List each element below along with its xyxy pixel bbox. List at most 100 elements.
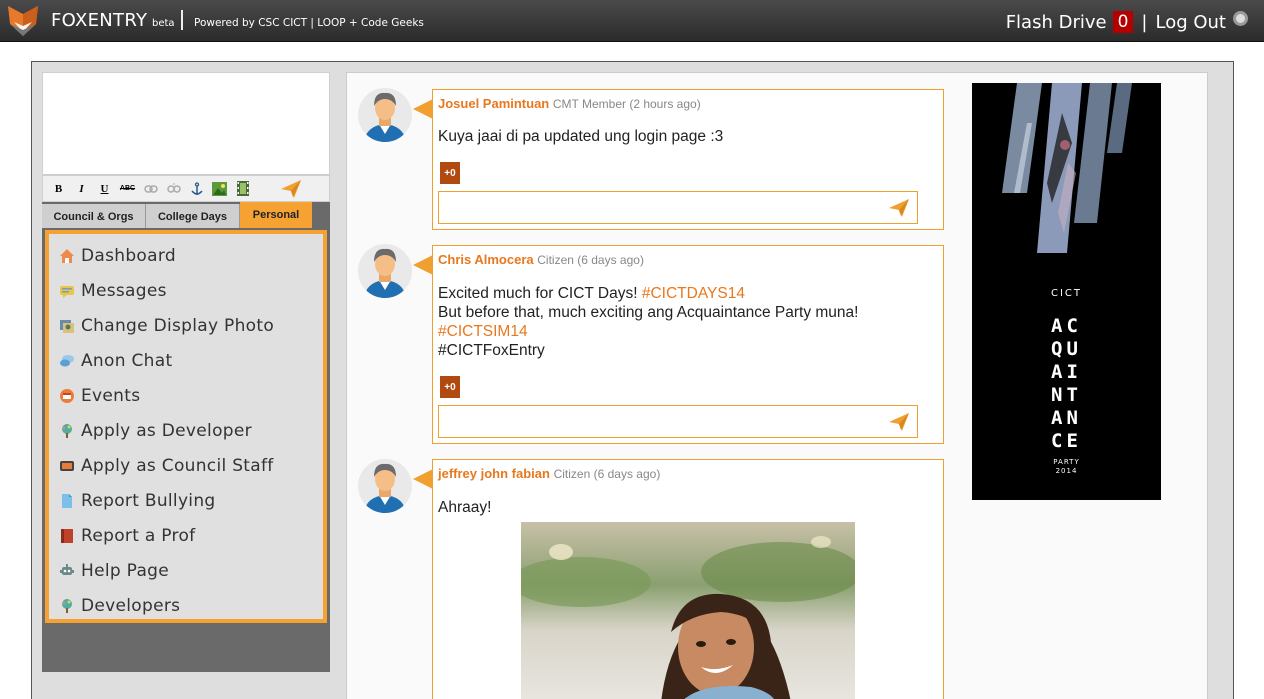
post-line: #CICTFoxEntry <box>438 342 545 359</box>
post-author-link[interactable]: Josuel Pamintuan <box>438 96 549 111</box>
brand-name[interactable]: FOXENTRY <box>51 10 147 31</box>
robot-icon <box>60 563 74 575</box>
strikethrough-button[interactable]: ABC <box>120 181 135 196</box>
post-body: Kuya jaai di pa updated ung login page :… <box>438 128 724 145</box>
menu-item-label: Change Display Photo <box>81 315 275 336</box>
post-meta: CMT Member (2 hours ago) <box>552 97 701 111</box>
personal-menu: Dashboard Messages Change Display Photo … <box>42 228 330 624</box>
menu-item-report-a-prof[interactable]: Report a Prof <box>49 518 323 553</box>
post-pointer <box>413 469 433 489</box>
send-comment-icon[interactable] <box>889 413 909 431</box>
menu-item-events[interactable]: Events <box>49 378 323 413</box>
comment-input[interactable] <box>438 191 918 224</box>
ad-title-line: AC <box>1051 315 1082 337</box>
menu-item-report-bullying[interactable]: Report Bullying <box>49 483 323 518</box>
tab-council-orgs[interactable]: Council & Orgs <box>42 204 146 230</box>
comment-input[interactable] <box>438 405 918 438</box>
fox-logo-icon[interactable] <box>6 4 40 38</box>
top-bar: FOXENTRY beta Powered by CSC CICT | LOOP… <box>0 0 1264 42</box>
menu-item-change-display-photo[interactable]: Change Display Photo <box>49 308 323 343</box>
post-author-link[interactable]: Chris Almocera <box>438 252 534 267</box>
editor-toolbar: B I U ABC <box>42 175 330 202</box>
underline-button[interactable]: U <box>97 181 112 196</box>
menu-item-apply-as-council-staff[interactable]: Apply as Council Staff <box>49 448 323 483</box>
ad-year-label: 2014 <box>1055 467 1078 475</box>
actions-separator: | <box>1141 11 1148 33</box>
post-card: Josuel Pamintuan CMT Member (2 hours ago… <box>432 89 944 230</box>
flash-drive-link[interactable]: Flash Drive <box>1006 12 1107 33</box>
avatar[interactable] <box>358 244 412 298</box>
ad-title: AC QU AI NT AN CE <box>972 315 1161 453</box>
menu-item-developers[interactable]: Developers <box>49 588 323 623</box>
menu-item-anon-chat[interactable]: Anon Chat <box>49 343 323 378</box>
chat-icon <box>60 354 74 366</box>
user-avatar-icon <box>364 248 406 298</box>
menu-item-label: Events <box>81 385 141 406</box>
events-icon <box>60 388 74 403</box>
post-meta: Citizen (6 days ago) <box>553 467 661 481</box>
user-avatar-icon <box>364 463 406 513</box>
brand-divider <box>181 10 183 30</box>
like-button[interactable]: +0 <box>440 162 460 184</box>
post-header: Josuel Pamintuan CMT Member (2 hours ago… <box>438 96 701 111</box>
post-header: Chris Almocera Citizen (6 days ago) <box>438 252 644 267</box>
flash-drive-count-badge[interactable]: 0 <box>1112 11 1134 33</box>
menu-item-label: Report Bullying <box>81 490 216 511</box>
link-icon[interactable] <box>143 181 158 196</box>
book-icon <box>61 528 73 543</box>
post-meta: Citizen (6 days ago) <box>537 253 644 267</box>
menu-item-help-page[interactable]: Help Page <box>49 553 323 588</box>
tree-icon <box>62 423 72 438</box>
bold-button[interactable]: B <box>51 181 66 196</box>
ad-title-line: QU <box>1051 338 1082 360</box>
post-card: jeffrey john fabian Citizen (6 days ago)… <box>432 459 944 699</box>
tree-icon <box>62 598 72 613</box>
hashtag-link[interactable]: #CICTDAYS14 <box>642 285 745 302</box>
image-icon[interactable] <box>212 181 227 196</box>
post-header: jeffrey john fabian Citizen (6 days ago) <box>438 466 660 481</box>
logout-link[interactable]: Log Out <box>1155 12 1226 33</box>
hashtag-link[interactable]: #CICTSIM14 <box>438 322 858 341</box>
personal-menu-list: Dashboard Messages Change Display Photo … <box>45 230 327 623</box>
post-pointer <box>413 255 433 275</box>
document-icon <box>62 493 72 508</box>
send-post-icon[interactable] <box>281 180 301 198</box>
post-author-link[interactable]: jeffrey john fabian <box>438 466 550 481</box>
home-icon <box>60 248 74 263</box>
power-icon[interactable] <box>1233 10 1248 26</box>
post-card: Chris Almocera Citizen (6 days ago) Exci… <box>432 245 944 444</box>
acquaintance-party-ad[interactable]: CICT AC QU AI NT AN CE PARTY 2014 <box>972 83 1161 500</box>
post-photo[interactable] <box>521 522 855 699</box>
user-avatar-icon <box>364 92 406 142</box>
post-editor-textarea[interactable] <box>42 72 330 175</box>
avatar[interactable] <box>358 459 412 513</box>
menu-item-label: Apply as Developer <box>81 420 252 441</box>
tab-college-days[interactable]: College Days <box>146 204 240 230</box>
menu-item-label: Apply as Council Staff <box>81 455 274 476</box>
menu-item-messages[interactable]: Messages <box>49 273 323 308</box>
ad-artwork-image <box>1002 83 1132 253</box>
anchor-icon[interactable] <box>189 181 204 196</box>
staff-icon <box>60 460 74 471</box>
italic-button[interactable]: I <box>74 181 89 196</box>
send-comment-icon[interactable] <box>889 199 909 217</box>
post-line: Excited much for CICT Days! #CICTDAYS14 <box>438 284 858 303</box>
ad-subtitle: PARTY 2014 <box>972 458 1161 476</box>
menu-item-apply-as-developer[interactable]: Apply as Developer <box>49 413 323 448</box>
post-line: But before that, much exciting ang Acqua… <box>438 304 859 321</box>
ad-cict-label: CICT <box>1050 288 1083 299</box>
sidebar-footer <box>42 624 330 672</box>
avatar[interactable] <box>358 88 412 142</box>
ad-title-line: AN <box>1051 407 1082 429</box>
tab-personal[interactable]: Personal <box>240 202 312 228</box>
menu-item-label: Messages <box>81 280 167 301</box>
menu-item-dashboard[interactable]: Dashboard <box>49 238 323 273</box>
video-icon[interactable] <box>235 181 250 196</box>
unlink-icon[interactable] <box>166 181 181 196</box>
post-body: Excited much for CICT Days! #CICTDAYS14 … <box>438 284 858 360</box>
like-button[interactable]: +0 <box>440 376 460 398</box>
post-photo-image <box>521 522 855 699</box>
menu-item-label: Developers <box>81 595 181 616</box>
post-pointer <box>413 99 433 119</box>
category-tabs: Council & Orgs College Days Personal <box>42 202 330 230</box>
